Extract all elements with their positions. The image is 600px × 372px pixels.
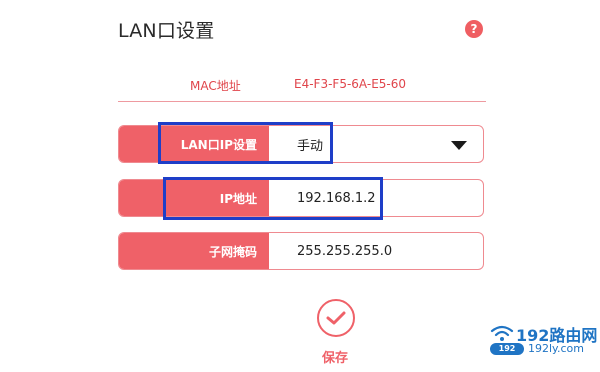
section-divider	[118, 101, 486, 102]
watermark-badge: 192	[490, 343, 524, 355]
lan-ip-setting-select[interactable]: LAN口IP设置 手动	[118, 125, 484, 163]
subnet-mask-field[interactable]: 子网掩码 255.255.255.0	[118, 232, 484, 270]
help-icon[interactable]: ?	[465, 20, 483, 38]
subnet-mask-label: 子网掩码	[119, 233, 269, 269]
check-icon	[326, 311, 346, 325]
mac-address-value: E4-F3-F5-6A-E5-60	[294, 77, 407, 91]
wifi-icon	[490, 325, 514, 341]
save-button[interactable]	[317, 299, 355, 337]
dropdown-arrow-icon[interactable]	[451, 141, 467, 150]
watermark-domain: 192ly.com	[528, 342, 584, 355]
subnet-mask-input[interactable]: 255.255.255.0	[297, 233, 392, 269]
ip-address-label: IP地址	[119, 180, 269, 216]
page-title: LAN口设置	[118, 20, 215, 42]
lan-ip-setting-value[interactable]: 手动	[297, 126, 323, 162]
mac-address-label: MAC地址	[190, 79, 241, 93]
ip-address-field[interactable]: IP地址 192.168.1.2	[118, 179, 484, 217]
save-label: 保存	[322, 351, 349, 366]
ip-address-input[interactable]: 192.168.1.2	[297, 180, 376, 216]
lan-settings-page: LAN口设置 ? MAC地址 E4-F3-F5-6A-E5-60 LAN口IP设…	[0, 0, 600, 372]
lan-ip-setting-label: LAN口IP设置	[119, 126, 269, 162]
mac-address-row: MAC地址 E4-F3-F5-6A-E5-60	[118, 72, 484, 98]
watermark-logo: 192路由网 192 192ly.com	[490, 322, 598, 362]
